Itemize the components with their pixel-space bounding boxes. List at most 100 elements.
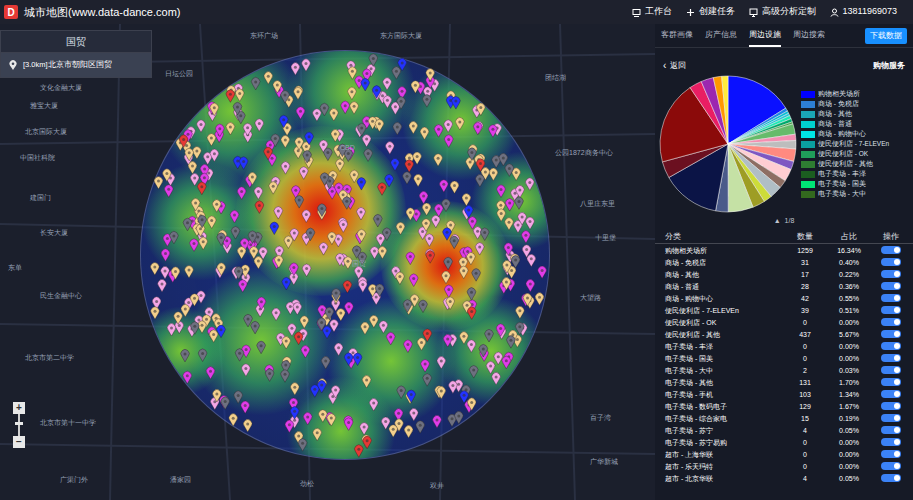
map-pin[interactable] <box>383 78 391 90</box>
table-row[interactable]: 电子卖场 - 苏宁易购00.00% <box>655 436 913 448</box>
map-pin[interactable] <box>403 300 411 312</box>
tab[interactable]: 周边搜索 <box>793 29 825 47</box>
legend-item[interactable]: 电子卖场 - 丰泽 <box>801 169 889 179</box>
table-row[interactable]: 电子卖场 - 综合家电150.19% <box>655 412 913 424</box>
toggle-switch[interactable] <box>881 306 901 314</box>
map-pin[interactable] <box>522 231 530 243</box>
map-pin[interactable] <box>425 234 433 246</box>
download-button[interactable]: 下载数据 <box>865 28 907 44</box>
zoom-handle[interactable] <box>15 422 23 425</box>
map-pin[interactable] <box>302 59 310 71</box>
legend-item[interactable]: 商场 - 购物中心 <box>801 129 889 139</box>
table-row[interactable]: 电子卖场 - 数码电子1291.67% <box>655 400 913 412</box>
map-pin[interactable] <box>171 267 179 279</box>
map-pin[interactable] <box>319 410 327 422</box>
map-pin[interactable] <box>199 237 207 249</box>
map-pin[interactable] <box>235 267 243 279</box>
map-pin[interactable] <box>423 374 431 386</box>
map-pin[interactable] <box>325 307 333 319</box>
map-pin[interactable] <box>518 213 526 225</box>
map-pin[interactable] <box>378 183 386 195</box>
map-pin[interactable] <box>359 280 367 292</box>
map-pin[interactable] <box>460 266 468 278</box>
map-pin[interactable] <box>188 162 196 174</box>
map-pin[interactable] <box>465 206 473 218</box>
map-pin[interactable] <box>442 199 450 211</box>
map-pin[interactable] <box>503 261 511 273</box>
map-pin[interactable] <box>426 251 434 263</box>
map-pin[interactable] <box>479 345 487 357</box>
map-pin[interactable] <box>185 266 193 278</box>
toggle-switch[interactable] <box>881 366 901 374</box>
map-pin[interactable] <box>198 215 206 227</box>
map-pin[interactable] <box>281 370 289 382</box>
map-pin[interactable] <box>328 232 336 244</box>
table-row[interactable]: 电子卖场 - 大中20.03% <box>655 364 913 376</box>
map-pin[interactable] <box>185 148 193 160</box>
map-pin[interactable] <box>257 297 265 309</box>
map-pin[interactable] <box>472 269 480 281</box>
map-pin[interactable] <box>237 247 245 259</box>
map-pin[interactable] <box>270 222 278 234</box>
map-pin[interactable] <box>332 289 340 301</box>
map-pin[interactable] <box>344 257 352 269</box>
map-pin[interactable] <box>336 253 344 265</box>
map-pin[interactable] <box>440 180 448 192</box>
table-row[interactable]: 电子卖场 - 丰泽00.00% <box>655 340 913 352</box>
tab[interactable]: 周边设施 <box>749 29 781 47</box>
map-pin[interactable] <box>216 124 224 136</box>
map-pin[interactable] <box>511 256 519 268</box>
header-menu-label[interactable]: 创建任务 <box>699 5 735 19</box>
map-pin[interactable] <box>444 335 452 347</box>
map-pin[interactable] <box>344 353 352 365</box>
map-pin[interactable] <box>426 69 434 81</box>
map-pin[interactable] <box>468 148 476 160</box>
map-pin[interactable] <box>226 90 234 102</box>
map-pin[interactable] <box>410 274 418 286</box>
map-pin[interactable] <box>254 187 262 199</box>
map-pin[interactable] <box>257 341 265 353</box>
header-menu-item[interactable]: 高级分析定制 <box>749 5 816 19</box>
toggle-switch[interactable] <box>881 330 901 338</box>
map-pin[interactable] <box>167 324 175 336</box>
map-pin[interactable] <box>191 198 199 210</box>
map-pin[interactable] <box>339 220 347 232</box>
map-pin[interactable] <box>303 151 311 163</box>
map-pin[interactable] <box>396 222 404 234</box>
map-pin[interactable] <box>477 103 485 115</box>
map-pin[interactable] <box>449 381 457 393</box>
map-pin[interactable] <box>362 135 370 147</box>
zoom-out-button[interactable]: − <box>13 436 25 448</box>
map-pin[interactable] <box>403 172 411 184</box>
map-pin[interactable] <box>422 219 430 231</box>
map-pin[interactable] <box>291 383 299 395</box>
map-pin[interactable] <box>313 428 321 440</box>
map-pin[interactable] <box>242 364 250 376</box>
map-pin[interactable] <box>193 147 201 159</box>
map-pin[interactable] <box>499 153 507 165</box>
map-pin[interactable] <box>357 208 365 220</box>
map-pin[interactable] <box>221 397 229 409</box>
map-pin[interactable] <box>494 352 502 364</box>
zoom-track[interactable] <box>18 414 20 436</box>
map-pin[interactable] <box>437 357 445 369</box>
map-pin[interactable] <box>198 182 206 194</box>
table-row[interactable]: 电子卖场 - 手机1031.34% <box>655 388 913 400</box>
map-pin[interactable] <box>485 330 493 342</box>
map-pin[interactable] <box>207 134 215 146</box>
map-pin[interactable] <box>357 178 365 190</box>
map-pin[interactable] <box>275 256 283 268</box>
map-pin[interactable] <box>296 107 304 119</box>
legend-item[interactable]: 电子卖场 - 国美 <box>801 179 889 189</box>
map-pin[interactable] <box>370 247 378 259</box>
map-pin[interactable] <box>411 81 419 93</box>
map-pin[interactable] <box>467 288 475 300</box>
toggle-switch[interactable] <box>881 294 901 302</box>
map-pin[interactable] <box>196 224 204 236</box>
map-pin[interactable] <box>406 208 414 220</box>
map-pin[interactable] <box>450 236 458 248</box>
legend-item[interactable]: 购物相关场所 <box>801 89 889 99</box>
map-pin[interactable] <box>285 420 293 432</box>
map-pin[interactable] <box>197 120 205 132</box>
map-pin[interactable] <box>271 134 279 146</box>
